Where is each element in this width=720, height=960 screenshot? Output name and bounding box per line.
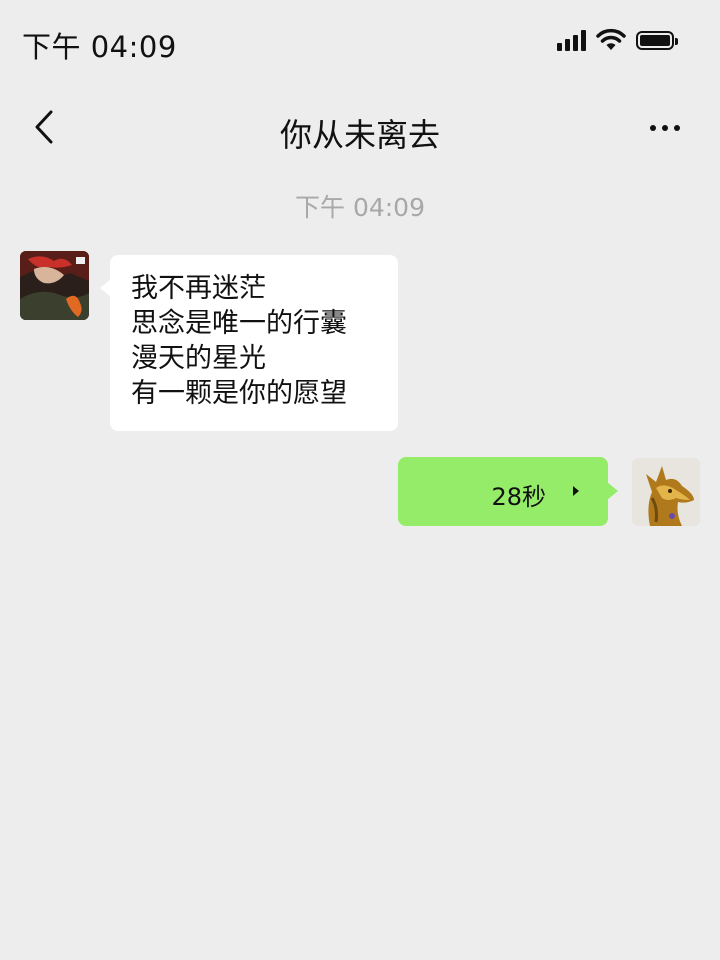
more-dots-icon [650, 125, 656, 131]
signal-icon [557, 29, 586, 51]
more-button[interactable] [640, 108, 690, 148]
my-avatar[interactable] [632, 458, 700, 526]
voice-wave-icon [573, 486, 579, 496]
status-icons [557, 28, 678, 52]
message-line: 我不再迷茫 [131, 273, 266, 304]
contact-avatar[interactable] [20, 251, 89, 320]
message-line: 有一颗是你的愿望 [131, 378, 347, 409]
contact-avatar-image [20, 251, 89, 320]
status-bar: 下午 04:09 [0, 0, 720, 84]
nav-bar: 你从未离去 [0, 88, 720, 178]
message-line: 思念是唯一的行囊 [131, 308, 347, 339]
status-time: 下午 04:09 [22, 30, 177, 64]
voice-message-bubble[interactable]: 28秒 [398, 457, 618, 526]
wifi-icon [596, 28, 626, 50]
message-timestamp: 下午 04:09 [295, 193, 425, 222]
my-avatar-image [632, 458, 700, 526]
voice-duration: 28秒 [491, 483, 546, 511]
incoming-message-bubble[interactable]: 我不再迷茫 思念是唯一的行囊 漫天的星光 有一颗是你的愿望 [100, 255, 398, 431]
message-line: 漫天的星光 [131, 343, 266, 374]
battery-icon [636, 30, 678, 50]
chat-title: 你从未离去 [279, 116, 440, 154]
